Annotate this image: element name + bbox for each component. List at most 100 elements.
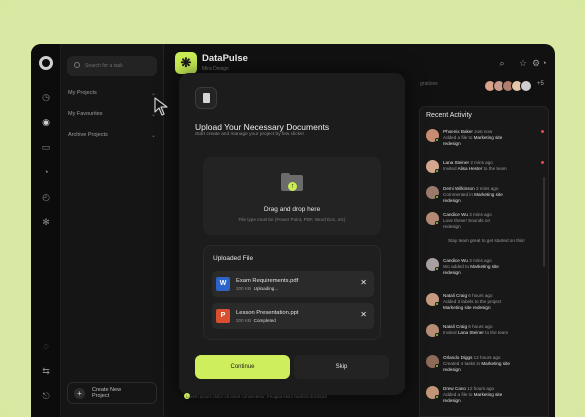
clock-icon[interactable]: ◴ — [41, 192, 51, 202]
modal-title: Upload Your Necessary Documents — [195, 122, 330, 132]
create-label-line2: Project — [92, 393, 110, 399]
activity-name: Drew Cano — [443, 386, 466, 391]
create-project-button[interactable]: + Create New Project — [67, 382, 157, 404]
activity-name: Candice Wu — [443, 258, 468, 263]
activity-text: Added a file to — [443, 135, 473, 140]
sidebar-item-my-favourites[interactable]: My Favourites ⌄ — [68, 111, 156, 118]
activity-time: 12 hours ago — [473, 355, 501, 360]
uploaded-title: Uploaded File — [213, 255, 254, 262]
logo-icon — [39, 56, 53, 70]
file-name: Exam Requirements.pdf — [236, 278, 299, 284]
activity-time: Just now — [474, 129, 493, 134]
avatar — [520, 80, 532, 92]
activity-time: 12 hours ago — [467, 386, 495, 391]
chevron-down-icon: ⌄ — [150, 91, 156, 97]
folder-upload-icon: ↑ — [281, 173, 303, 191]
activity-time: 6 hours ago — [468, 324, 493, 329]
activity-text: redesign — [443, 224, 461, 229]
help-icon[interactable]: ◌ — [41, 341, 51, 351]
search-input[interactable]: Search for a task — [67, 56, 157, 76]
document-icon — [195, 87, 217, 109]
online-dot — [435, 267, 439, 271]
activity-name: Phoenix Baker — [443, 129, 473, 134]
activity-text: redesign — [443, 398, 461, 403]
uploaded-files-section: Uploaded File W Exam Requirements.pdf 20… — [203, 245, 381, 340]
activity-text: to the team — [483, 166, 507, 171]
member-avatars[interactable] — [484, 79, 532, 92]
plus-icon: + — [74, 388, 85, 399]
activity-text: Wo added to — [443, 264, 469, 269]
brand-name: DataPulse — [202, 53, 248, 64]
activity-time: 2 mins ago — [470, 160, 493, 165]
activity-link: Marketing site — [481, 361, 510, 366]
online-dot — [435, 195, 439, 199]
activity-text: redesign — [443, 270, 461, 275]
file-size: 200 KB — [236, 318, 252, 323]
activity-text: Love these! Sounds on — [443, 218, 490, 223]
logout-icon[interactable]: ⎋ — [41, 391, 51, 401]
activity-name: Natali Craig — [443, 324, 467, 329]
activity-text: Added a file to — [443, 392, 473, 397]
search-icon[interactable]: ⌕ — [495, 56, 509, 70]
sidebar-item-my-projects[interactable]: My Projects ⌄ — [68, 90, 156, 97]
bell-icon[interactable]: ◔ — [41, 167, 51, 177]
dropzone-title: Drag and drop here — [263, 206, 321, 213]
activity-quote: Stay team great to get started on this! — [448, 238, 525, 243]
recent-activity-panel: Recent Activity Phoenix Baker Just now A… — [419, 106, 549, 417]
unread-dot — [541, 161, 544, 164]
remove-file-close-icon[interactable]: ✕ — [360, 310, 367, 319]
upload-modal: Upload Your Necessary Documents Start cr… — [179, 73, 405, 395]
activity-text: Created 4 tasks in — [443, 361, 481, 366]
activity-link: Lana Steiner — [457, 330, 484, 335]
skip-button[interactable]: Skip — [294, 355, 389, 379]
file-row: W Exam Requirements.pdf 200 KB Uploading… — [212, 271, 374, 297]
home-icon[interactable]: ◷ — [41, 92, 51, 102]
activity-text: Invited — [443, 330, 457, 335]
sidebar-item-label: My Favourites — [68, 111, 103, 117]
continue-button[interactable]: Continue — [195, 355, 290, 379]
star-icon[interactable]: ☆ — [516, 56, 530, 70]
online-dot — [435, 333, 439, 337]
settings-icon[interactable]: ✻ — [41, 217, 51, 227]
online-dot — [435, 169, 439, 173]
activity-text: Added 3 labels to the project — [443, 299, 502, 304]
settings-icon[interactable]: ⚙ — [529, 56, 543, 70]
activity-link: Marketing site — [470, 264, 499, 269]
online-dot — [435, 302, 439, 306]
activity-link: Marketing site — [443, 305, 472, 310]
activity-text: to the team — [485, 330, 509, 335]
inbox-icon[interactable]: ▭ — [41, 142, 51, 152]
activity-text: Invited — [443, 166, 457, 171]
avatar-count: +5 — [537, 81, 544, 87]
file-status: Uploading... — [253, 286, 279, 291]
unread-dot — [541, 130, 544, 133]
activity-text: redesign — [443, 141, 461, 146]
toggle-icon[interactable]: ⇆ — [41, 366, 51, 376]
projects-icon[interactable]: ◉ — [41, 117, 51, 127]
word-file-icon: W — [216, 277, 230, 291]
search-icon — [74, 62, 80, 68]
activity-name: Lana Steiner — [443, 160, 470, 165]
sidebar: Search for a task My Projects ⌄ My Favou… — [61, 44, 164, 417]
scrollbar[interactable] — [543, 177, 545, 267]
online-dot — [435, 221, 439, 225]
modal-subtitle: Start create and manage your project by … — [195, 132, 304, 137]
chevron-down-icon: ⌄ — [150, 133, 156, 139]
online-dot — [435, 395, 439, 399]
sidebar-item-archive-projects[interactable]: Archive Projects ⌄ — [68, 132, 156, 139]
file-name: Lesson Presentation.ppt — [236, 310, 299, 316]
activity-link: Marketing site — [473, 392, 503, 397]
file-dropzone[interactable]: ↑ Drag and drop here File type must be (… — [203, 157, 381, 235]
file-status: Completed — [253, 318, 276, 323]
activity-text: redesign — [472, 305, 491, 310]
remove-file-close-icon[interactable]: ✕ — [360, 278, 367, 287]
activity-time: 6 hours ago — [468, 293, 493, 298]
powerpoint-file-icon: P — [216, 309, 230, 323]
activity-time: 3 mins ago — [475, 186, 499, 191]
activity-link: Marketing site — [474, 192, 503, 197]
activity-title: Recent Activity — [426, 112, 472, 119]
mouse-cursor-icon — [154, 97, 168, 116]
brand-logo-icon: ❋ — [175, 52, 197, 74]
activity-name: Orlando Diggs — [443, 355, 473, 360]
background-frame: ◷ ◉ ▭ ◔ ◴ ✻ ◌ ⇆ ⎋ Search for a task My P… — [0, 0, 585, 417]
